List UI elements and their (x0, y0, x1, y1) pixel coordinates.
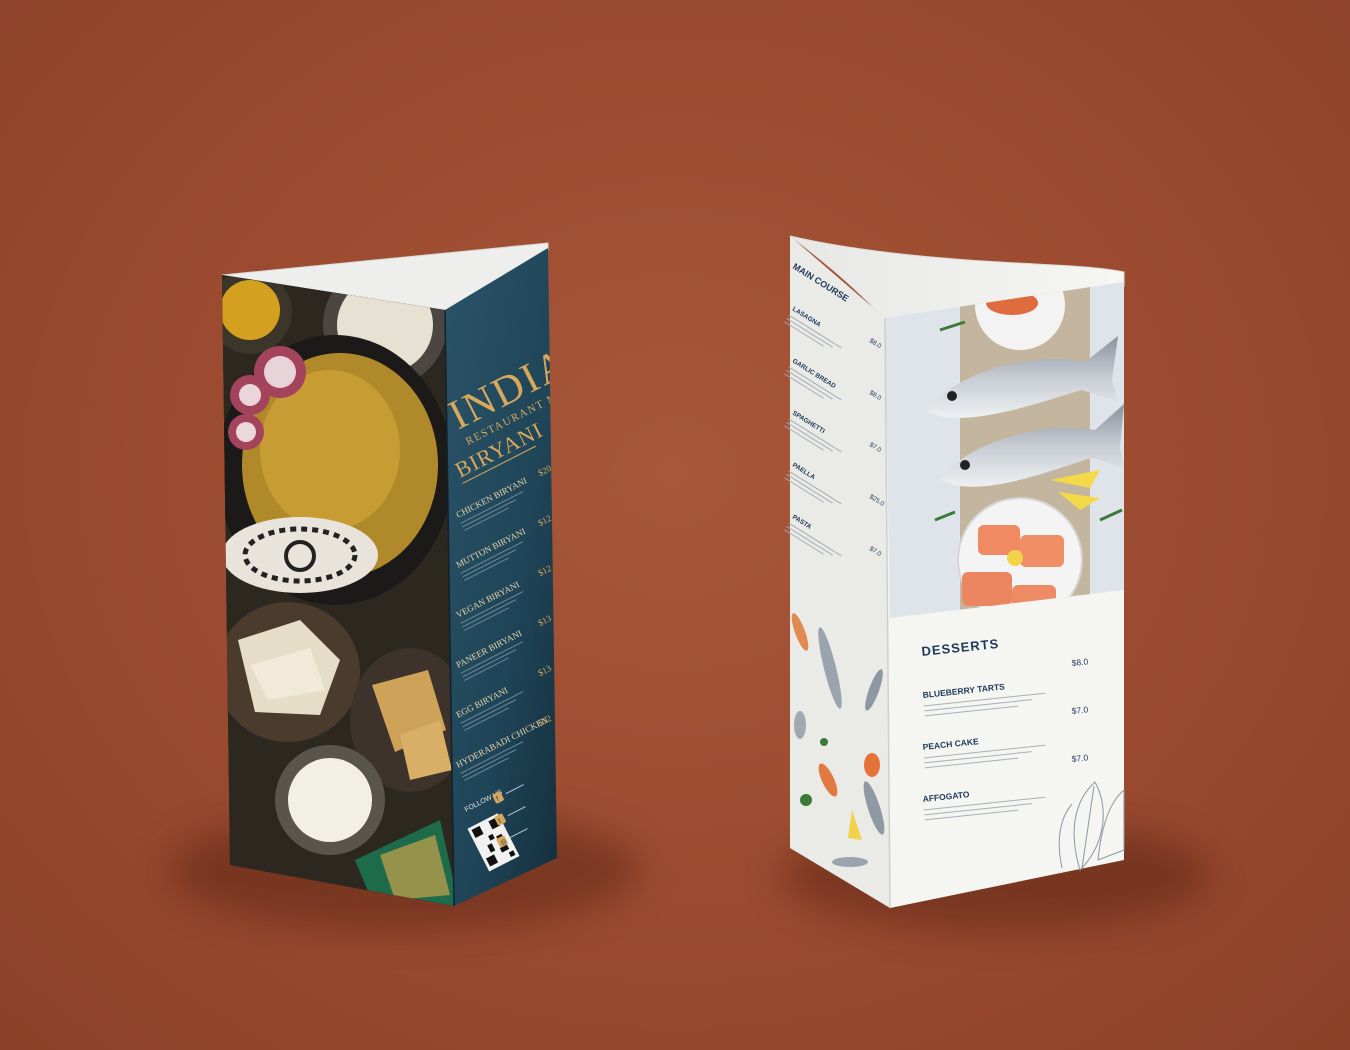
tent-cards-illustration: INDIA RESTAURANT MENU BIRYANI CHICKEN BI… (221, 235, 1125, 909)
right-tent: MAIN COURSE LASAGNA$8.0GARLIC BREAD$8.0S… (784, 235, 1125, 909)
left-tent: INDIA RESTAURANT MENU BIRYANI CHICKEN BI… (221, 242, 557, 907)
seafood-photo (885, 282, 1124, 618)
food-photo (222, 275, 454, 906)
scene: INDIA RESTAURANT MENU BIRYANI CHICKEN BI… (0, 0, 1350, 1050)
